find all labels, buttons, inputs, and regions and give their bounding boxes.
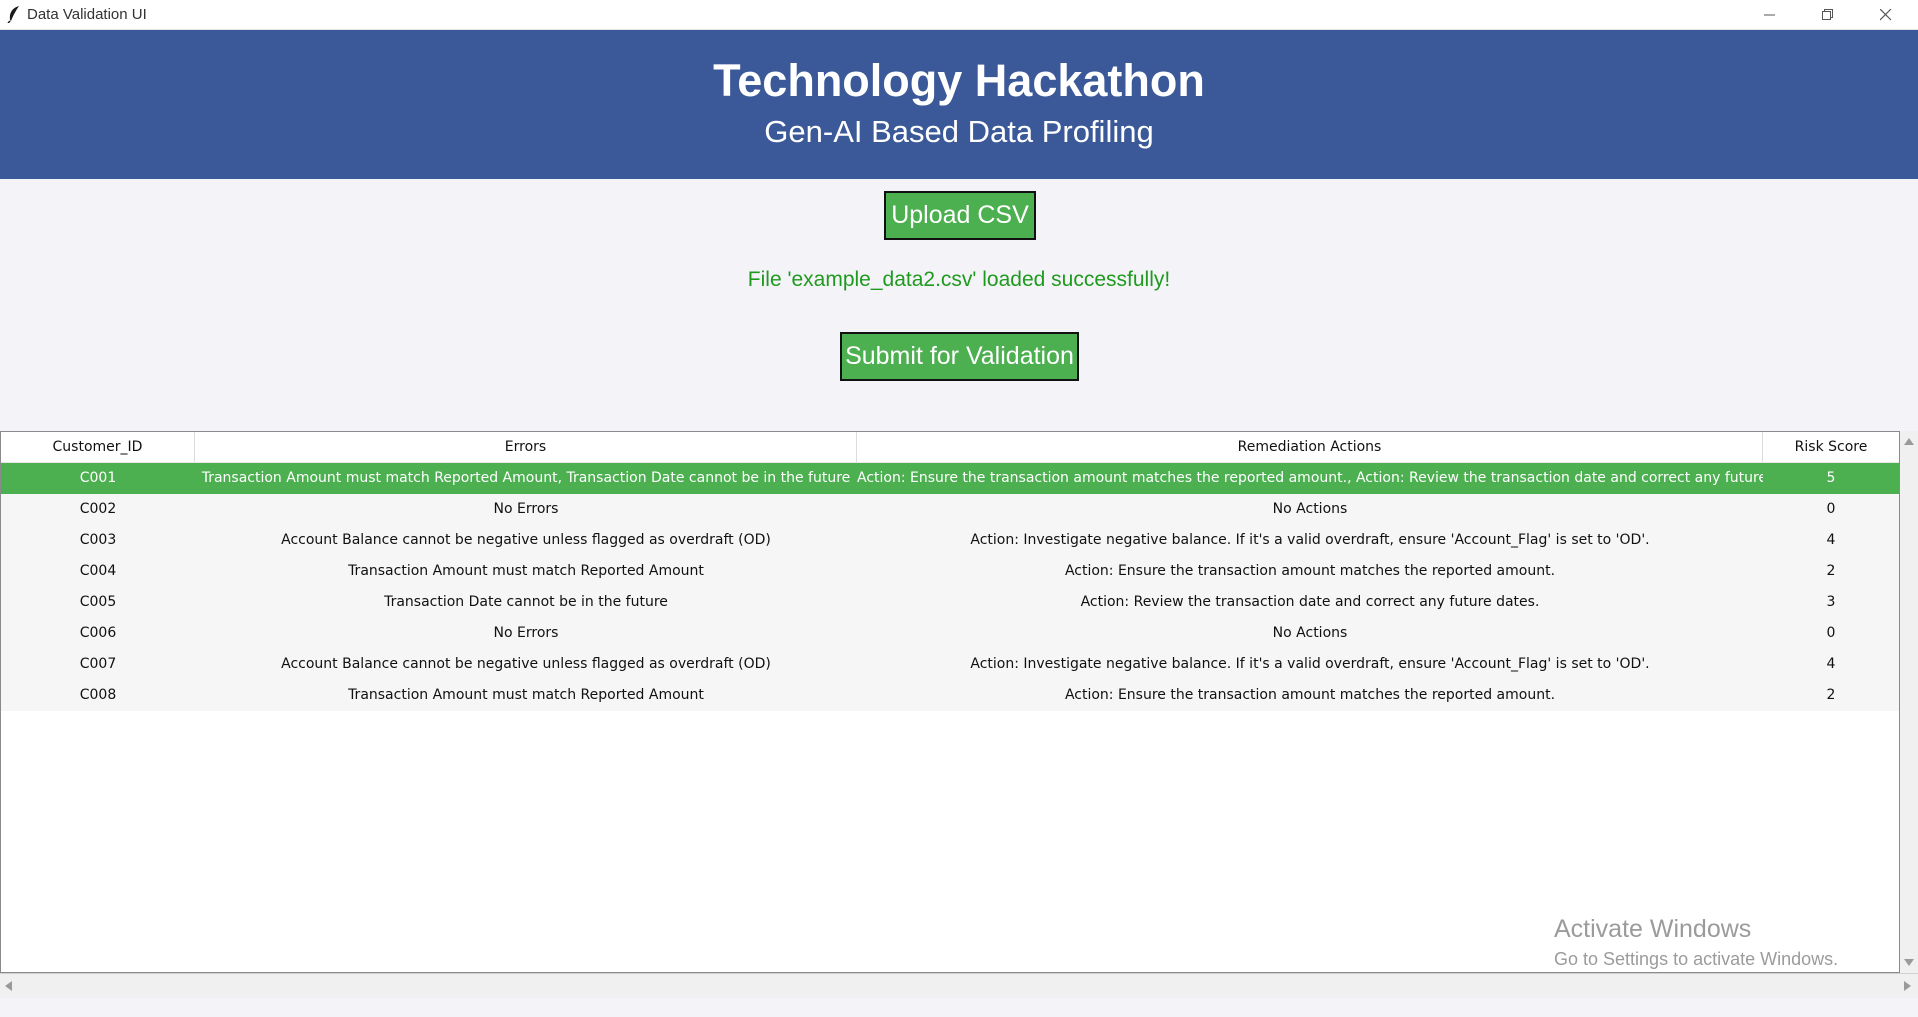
status-message: File 'example_data2.csv' loaded successf… bbox=[747, 268, 1171, 291]
cell-customer-id: C006 bbox=[79, 625, 117, 641]
header-banner: Technology Hackathon Gen-AI Based Data P… bbox=[0, 30, 1918, 179]
cell-remediation-actions: Action: Ensure the transaction amount ma… bbox=[1064, 687, 1556, 703]
column-header-remediation-actions[interactable]: Remediation Actions bbox=[857, 432, 1763, 462]
cell-customer-id: C008 bbox=[79, 687, 117, 703]
cell-errors: No Errors bbox=[493, 501, 559, 517]
horizontal-scrollbar[interactable] bbox=[0, 973, 1918, 998]
cell-remediation-actions: Action: Ensure the transaction amount ma… bbox=[857, 470, 1763, 486]
minimize-icon bbox=[1764, 14, 1775, 16]
table-row[interactable]: C007 Account Balance cannot be negative … bbox=[1, 649, 1899, 680]
cell-risk-score: 4 bbox=[1826, 656, 1836, 672]
scroll-right-icon[interactable] bbox=[1904, 981, 1911, 991]
restore-icon bbox=[1822, 9, 1833, 20]
upload-csv-button[interactable]: Upload CSV bbox=[884, 191, 1036, 240]
cell-remediation-actions: Action: Investigate negative balance. If… bbox=[970, 656, 1650, 672]
cell-remediation-actions: No Actions bbox=[1272, 625, 1348, 641]
table-row[interactable]: C006 No Errors No Actions 0 bbox=[1, 618, 1899, 649]
table-row[interactable]: C005 Transaction Date cannot be in the f… bbox=[1, 587, 1899, 618]
scroll-up-icon[interactable] bbox=[1904, 438, 1914, 445]
column-header-risk-score[interactable]: Risk Score bbox=[1763, 432, 1899, 462]
watermark-line-2: Go to Settings to activate Windows. bbox=[1554, 949, 1839, 969]
cell-risk-score: 0 bbox=[1826, 625, 1836, 641]
cell-errors: Transaction Date cannot be in the future bbox=[384, 594, 668, 610]
close-icon bbox=[1880, 9, 1892, 21]
page-title: Technology Hackathon bbox=[713, 55, 1205, 106]
table-row[interactable]: C008 Transaction Amount must match Repor… bbox=[1, 680, 1899, 711]
page-subtitle: Gen-AI Based Data Profiling bbox=[764, 114, 1154, 149]
cell-remediation-actions: Action: Ensure the transaction amount ma… bbox=[1064, 563, 1556, 579]
cell-errors: Account Balance cannot be negative unles… bbox=[281, 532, 771, 548]
cell-risk-score: 2 bbox=[1826, 563, 1836, 579]
scroll-down-icon[interactable] bbox=[1904, 959, 1914, 966]
restore-button[interactable] bbox=[1799, 0, 1857, 29]
cell-risk-score: 0 bbox=[1826, 501, 1836, 517]
cell-errors: Account Balance cannot be negative unles… bbox=[281, 656, 771, 672]
cell-customer-id: C004 bbox=[79, 563, 117, 579]
cell-errors: Transaction Amount must match Reported A… bbox=[201, 470, 851, 486]
cell-errors: No Errors bbox=[493, 625, 559, 641]
minimize-button[interactable] bbox=[1741, 0, 1799, 29]
cell-customer-id: C002 bbox=[79, 501, 117, 517]
cell-remediation-actions: Action: Review the transaction date and … bbox=[1080, 594, 1540, 610]
column-header-customer-id[interactable]: Customer_ID bbox=[1, 432, 195, 462]
cell-customer-id: C001 bbox=[79, 470, 117, 486]
cell-customer-id: C003 bbox=[79, 532, 117, 548]
cell-risk-score: 5 bbox=[1826, 470, 1836, 486]
table-row[interactable]: C002 No Errors No Actions 0 bbox=[1, 494, 1899, 525]
table-row[interactable]: C004 Transaction Amount must match Repor… bbox=[1, 556, 1899, 587]
submit-validation-button[interactable]: Submit for Validation bbox=[840, 332, 1079, 381]
cell-errors: Transaction Amount must match Reported A… bbox=[348, 563, 704, 579]
cell-risk-score: 4 bbox=[1826, 532, 1836, 548]
activation-watermark: Activate Windows Go to Settings to activ… bbox=[1554, 915, 1838, 970]
window-title: Data Validation UI bbox=[27, 6, 147, 23]
window-titlebar: Data Validation UI bbox=[0, 0, 1918, 30]
table-row[interactable]: C001 Transaction Amount must match Repor… bbox=[1, 463, 1899, 494]
table-row[interactable]: C003 Account Balance cannot be negative … bbox=[1, 525, 1899, 556]
cell-customer-id: C007 bbox=[79, 656, 117, 672]
close-button[interactable] bbox=[1857, 0, 1915, 29]
scroll-left-icon[interactable] bbox=[5, 981, 12, 991]
cell-risk-score: 3 bbox=[1826, 594, 1836, 610]
cell-risk-score: 2 bbox=[1826, 687, 1836, 703]
vertical-scrollbar[interactable] bbox=[1900, 431, 1918, 973]
cell-errors: Transaction Amount must match Reported A… bbox=[348, 687, 704, 703]
table-header: Customer_ID Errors Remediation Actions R… bbox=[1, 432, 1899, 463]
column-header-errors[interactable]: Errors bbox=[195, 432, 857, 462]
cell-remediation-actions: Action: Investigate negative balance. If… bbox=[970, 532, 1650, 548]
results-table[interactable]: Customer_ID Errors Remediation Actions R… bbox=[0, 431, 1900, 973]
feather-icon bbox=[7, 6, 19, 23]
cell-customer-id: C005 bbox=[79, 594, 117, 610]
cell-remediation-actions: No Actions bbox=[1272, 501, 1348, 517]
watermark-line-1: Activate Windows bbox=[1554, 915, 1752, 943]
